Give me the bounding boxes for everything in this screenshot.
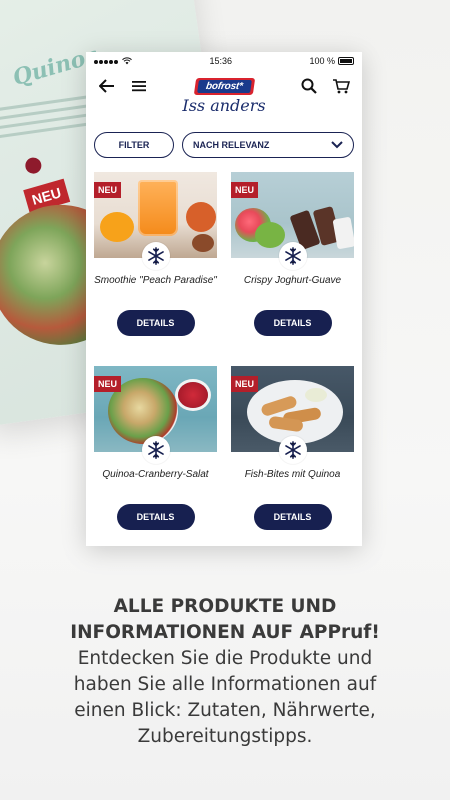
product-card[interactable]: NEU Fish-Bites mit Quinoa DETAILS [231, 366, 354, 546]
promo-body-line: haben Sie alle Informationen auf [73, 674, 377, 695]
menu-icon[interactable] [130, 77, 148, 95]
page-subtitle: Iss anders [182, 96, 266, 115]
new-badge: NEU [94, 182, 122, 198]
battery-percent: 100 % [309, 56, 335, 66]
new-badge: NEU [231, 376, 259, 392]
promo-text-block: ALLE PRODUKTE UND INFORMATIONEN AUF APPr… [0, 594, 450, 750]
snowflake-icon [142, 436, 170, 464]
details-button[interactable]: DETAILS [253, 504, 332, 530]
controls-bar: FILTER NACH RELEVANZ [86, 118, 362, 158]
magazine-berry [24, 156, 43, 175]
back-arrow-icon[interactable] [98, 77, 116, 95]
promo-title-line: INFORMATIONEN AUF APPruf! [70, 622, 380, 643]
product-card[interactable]: NEU Quinoa-Cranberry-Salat DETAILS [94, 366, 217, 546]
brand-logo-text: bofrost* [196, 79, 252, 93]
cart-icon[interactable] [332, 77, 350, 95]
promo-title-line: ALLE PRODUKTE UND [113, 596, 337, 617]
promo-body-line: Zubereitungstipps. [137, 726, 313, 747]
sort-dropdown[interactable]: NACH RELEVANZ [182, 132, 354, 158]
brand-logo[interactable]: bofrost* [193, 77, 255, 95]
product-grid: NEU Smoothie "Peach Paradise" DETAILS NE… [86, 158, 362, 546]
details-button[interactable]: DETAILS [116, 504, 195, 530]
signal-icon [94, 56, 119, 66]
sort-selected-value: NACH RELEVANZ [193, 140, 270, 150]
snowflake-icon [142, 242, 170, 270]
filter-button[interactable]: FILTER [94, 132, 174, 158]
product-name: Fish-Bites mit Quinoa [244, 469, 341, 480]
snowflake-icon [279, 242, 307, 270]
product-card[interactable]: NEU Smoothie "Peach Paradise" DETAILS [94, 172, 217, 366]
status-time: 15:36 [209, 56, 232, 66]
product-name: Quinoa-Cranberry-Salat [102, 469, 209, 480]
details-button[interactable]: DETAILS [253, 310, 332, 336]
phone-screen: 15:36 100 % bofrost* Iss anders FILTER N… [86, 52, 362, 546]
details-button[interactable]: DETAILS [116, 310, 195, 336]
search-icon[interactable] [300, 77, 318, 95]
wifi-icon [122, 57, 132, 65]
new-badge: NEU [231, 182, 259, 198]
snowflake-icon [279, 436, 307, 464]
chevron-down-icon [331, 141, 343, 149]
product-name: Smoothie "Peach Paradise" [94, 275, 217, 286]
product-name: Crispy Joghurt-Guave [243, 275, 342, 286]
new-badge: NEU [94, 376, 122, 392]
battery-icon [338, 57, 354, 65]
status-bar: 15:36 100 % [86, 52, 362, 70]
promo-body-line: Entdecken Sie die Produkte und [77, 648, 373, 669]
promo-body-line: einen Blick: Zutaten, Nährwerte, [74, 700, 376, 721]
product-card[interactable]: NEU Crispy Joghurt-Guave DETAILS [231, 172, 354, 366]
